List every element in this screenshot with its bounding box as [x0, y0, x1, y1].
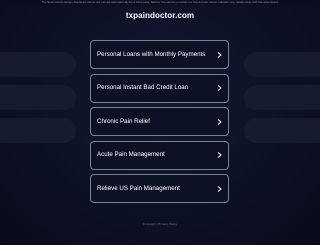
link-acute-pain-management[interactable]: Acute Pain Management [90, 140, 229, 170]
decorative-pill [244, 52, 320, 77]
chevron-right-icon [217, 185, 222, 192]
link-relieve-us-pain-management[interactable]: Relieve US Pain Management [90, 174, 229, 203]
link-label: Chronic Pain Relief [97, 117, 150, 125]
link-label: Personal Instant Bad Credit Loan [97, 84, 189, 92]
decorative-pill [0, 118, 76, 143]
chevron-right-icon [217, 118, 222, 125]
domain-title: txpaindoctor.com [125, 11, 195, 20]
related-links-list: Personal Loans with Monthly Payments Per… [90, 40, 229, 208]
link-label: Acute Pain Management [97, 151, 165, 159]
decorative-pill [244, 85, 320, 110]
chevron-right-icon [217, 85, 222, 91]
chevron-right-icon [217, 152, 222, 158]
parking-page: The Sponsored Listings displayed above a… [0, 0, 320, 245]
chevron-right-icon [217, 51, 222, 58]
link-label: Relieve US Pain Management [97, 184, 180, 192]
link-personal-instant-bad-credit-loan[interactable]: Personal Instant Bad Credit Loan [90, 73, 229, 103]
decorative-pill [0, 52, 76, 77]
decorative-pill [244, 118, 320, 143]
footer-links[interactable]: Copyright | Privacy Policy [0, 222, 320, 226]
sponsored-notice: The Sponsored Listings displayed above a… [0, 0, 320, 5]
decorative-pill [0, 85, 76, 110]
link-personal-loans-monthly-payments[interactable]: Personal Loans with Monthly Payments [90, 40, 229, 69]
link-chronic-pain-relief[interactable]: Chronic Pain Relief [90, 107, 229, 136]
link-label: Personal Loans with Monthly Payments [97, 50, 206, 58]
